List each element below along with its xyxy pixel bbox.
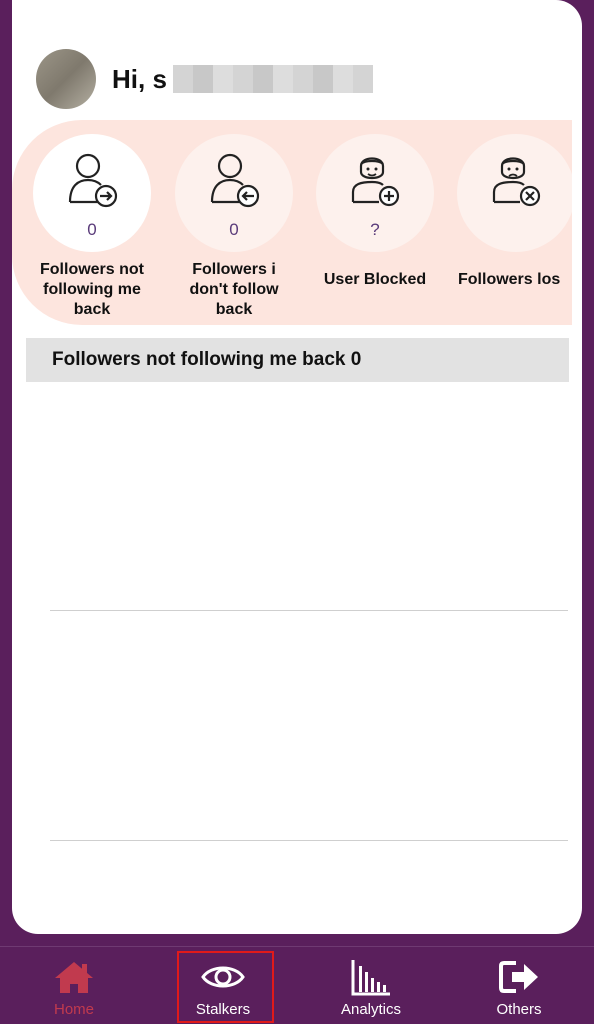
list-divider <box>50 840 568 841</box>
list-divider <box>50 610 568 611</box>
stat-label: Followers los <box>458 271 561 288</box>
stat-followers-i-dont-follow-back[interactable]: 0 Followers i don't follow back <box>174 134 294 320</box>
stat-user-blocked[interactable]: ? User Blocked <box>315 134 435 290</box>
user-arrow-left-icon <box>210 153 260 208</box>
stat-circle: ? <box>316 134 434 252</box>
stat-count: 0 <box>229 220 239 239</box>
stat-label: User Blocked <box>323 271 427 288</box>
stat-count: ? <box>370 220 380 239</box>
stats-carousel[interactable]: 0 Followers not following me back 0 Foll… <box>12 120 572 325</box>
stat-label: Followers not following me back <box>40 261 144 318</box>
stat-followers-not-following-back[interactable]: 0 Followers not following me back <box>32 134 152 320</box>
stat-circle: 0 <box>33 134 151 252</box>
nav-label: Analytics <box>340 1001 402 1018</box>
user-add-icon <box>351 157 400 207</box>
greeting-text: Hi, s <box>112 63 167 94</box>
avatar[interactable] <box>36 49 96 109</box>
blurred-username <box>172 65 373 93</box>
stat-circle <box>457 134 572 252</box>
greeting-row: Hi, s <box>36 48 373 110</box>
user-remove-icon <box>492 157 541 207</box>
nav-home[interactable]: Home <box>19 947 129 1024</box>
section-title: Followers not following me back 0 <box>26 338 569 382</box>
user-arrow-right-icon <box>68 153 118 208</box>
stat-followers-lost[interactable]: Followers los <box>456 134 572 290</box>
nav-others[interactable]: Others <box>464 947 574 1024</box>
analytics-icon <box>350 959 392 996</box>
stat-circle: 0 <box>175 134 293 252</box>
nav-label: Home <box>53 1001 94 1018</box>
nav-analytics[interactable]: Analytics <box>316 947 426 1024</box>
stat-label: Followers i don't follow back <box>189 261 279 318</box>
nav-label: Others <box>496 1001 542 1018</box>
stat-count: 0 <box>87 220 97 239</box>
selection-highlight <box>177 951 274 1023</box>
logout-icon <box>498 959 540 995</box>
bottom-nav: Home Stalkers Analytics Others <box>0 946 594 1024</box>
home-icon <box>53 959 95 995</box>
